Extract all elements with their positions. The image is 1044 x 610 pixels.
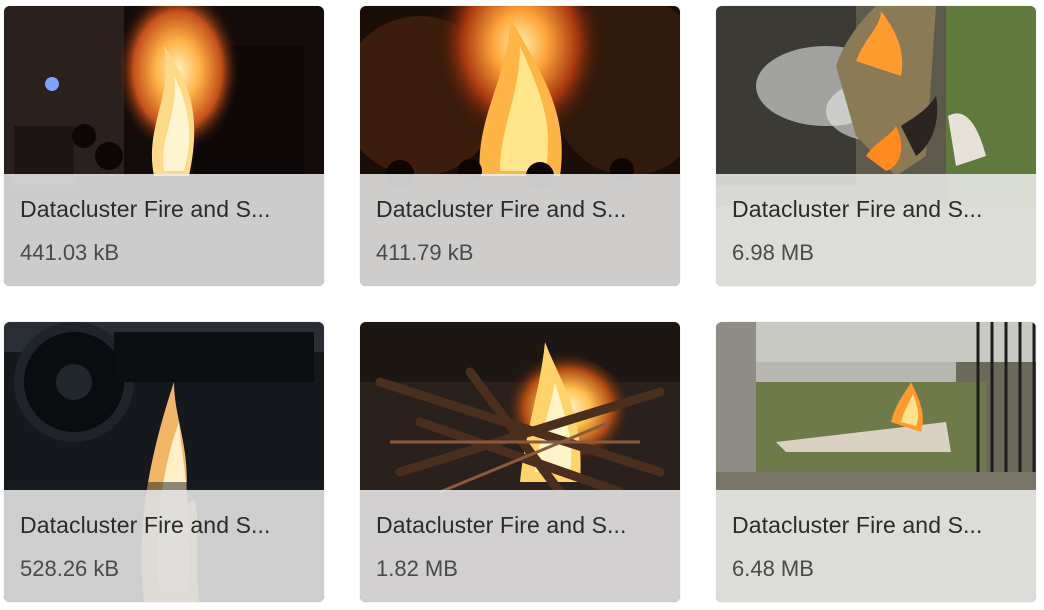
file-size: 441.03 kB [20,240,120,265]
card-caption: Datacluster Fire and S... 1.82 MB [360,490,680,602]
file-size: 6.98 MB [732,240,814,265]
file-size: 411.79 kB [376,240,474,265]
card-caption: Datacluster Fire and S... 6.98 MB [716,174,1036,286]
gallery-card[interactable]: Datacluster Fire and S... 441.03 kB [4,6,324,286]
gallery-card[interactable]: Datacluster Fire and S... 1.82 MB [360,322,680,602]
file-size: 1.82 MB [376,556,458,581]
card-caption: Datacluster Fire and S... 411.79 kB [360,174,680,286]
file-title: Datacluster Fire and S... [732,196,983,222]
card-caption: Datacluster Fire and S... 528.26 kB [4,490,324,602]
file-size: 6.48 MB [732,556,814,581]
file-title: Datacluster Fire and S... [20,512,271,538]
file-title: Datacluster Fire and S... [376,196,627,222]
file-title: Datacluster Fire and S... [376,512,627,538]
file-size: 528.26 kB [20,556,120,581]
file-title: Datacluster Fire and S... [20,196,271,222]
card-caption: Datacluster Fire and S... 6.48 MB [716,490,1036,602]
gallery-card[interactable]: Datacluster Fire and S... 411.79 kB [360,6,680,286]
gallery-card[interactable]: Datacluster Fire and S... 6.98 MB [716,6,1036,286]
gallery-card[interactable]: Datacluster Fire and S... 528.26 kB [4,322,324,602]
file-title: Datacluster Fire and S... [732,512,983,538]
card-caption: Datacluster Fire and S... 441.03 kB [4,174,324,286]
image-gallery-grid: Datacluster Fire and S... 441.03 kB Data… [0,0,1044,610]
gallery-card[interactable]: Datacluster Fire and S... 6.48 MB [716,322,1036,602]
